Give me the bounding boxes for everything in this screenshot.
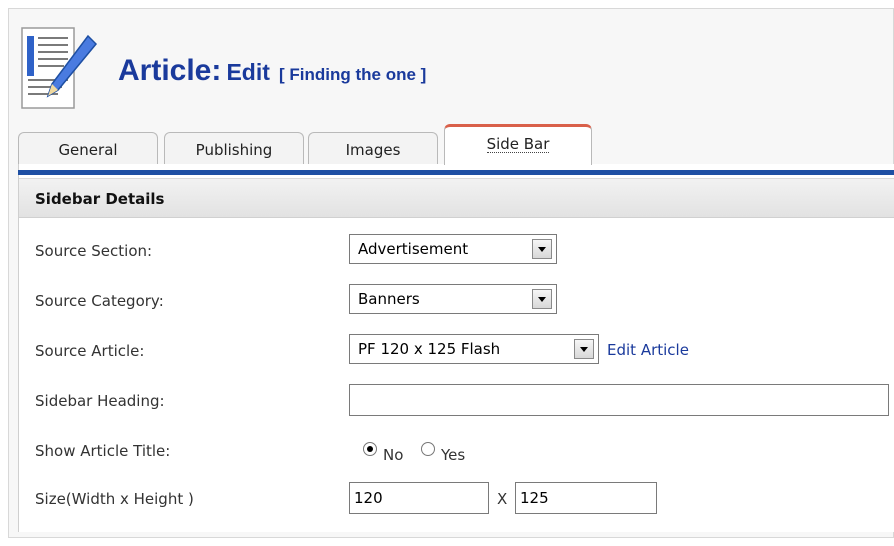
chevron-down-icon[interactable] (532, 239, 552, 259)
tab-label: Images (345, 141, 401, 159)
tab-label: Side Bar (486, 135, 550, 153)
tab-bar: General Publishing Images Side Bar (18, 124, 894, 165)
title-main: Article: (118, 54, 222, 87)
source-section-select[interactable]: Advertisement (349, 234, 557, 264)
edit-article-link[interactable]: Edit Article (607, 341, 689, 359)
tab-side-bar[interactable]: Side Bar (444, 124, 592, 165)
source-category-label: Source Category: (35, 292, 164, 310)
source-section-value: Advertisement (358, 240, 469, 258)
article-edit-icon (21, 27, 98, 109)
source-article-label: Source Article: (35, 342, 145, 360)
source-article-value: PF 120 x 125 Flash (358, 340, 501, 358)
radio-no-label: No (383, 446, 404, 464)
sidebar-panel: Sidebar Details Source Section: Advertis… (18, 164, 894, 532)
source-article-select[interactable]: PF 120 x 125 Flash (349, 334, 599, 364)
chevron-down-icon[interactable] (574, 339, 594, 359)
panel-header: Sidebar Details (19, 178, 894, 218)
title-action: Edit (226, 59, 270, 85)
source-category-value: Banners (358, 290, 420, 308)
tab-images[interactable]: Images (308, 132, 438, 164)
panel-top-bar (18, 170, 894, 175)
sidebar-heading-label: Sidebar Heading: (35, 392, 165, 410)
tab-label: Publishing (195, 141, 273, 159)
show-article-title-label: Show Article Title: (35, 442, 171, 460)
height-input[interactable]: 125 (515, 482, 657, 514)
tab-label: General (58, 141, 118, 159)
tab-publishing[interactable]: Publishing (164, 132, 304, 164)
tab-general[interactable]: General (18, 132, 158, 164)
title-item: [ Finding the one ] (279, 65, 427, 84)
size-separator: X (497, 490, 508, 508)
panel-heading: Sidebar Details (35, 190, 165, 208)
source-category-select[interactable]: Banners (349, 284, 557, 314)
radio-no[interactable] (363, 442, 377, 456)
source-section-label: Source Section: (35, 242, 153, 260)
page-title: Article: Edit [ Finding the one ] (118, 54, 426, 88)
radio-yes-label: Yes (441, 446, 466, 464)
size-label: Size(Width x Height ) (35, 490, 194, 508)
chevron-down-icon[interactable] (532, 289, 552, 309)
page-header: Article: Edit [ Finding the one ] (18, 18, 878, 118)
radio-yes[interactable] (421, 442, 435, 456)
width-input[interactable]: 120 (349, 482, 489, 514)
sidebar-heading-input[interactable] (349, 384, 889, 416)
